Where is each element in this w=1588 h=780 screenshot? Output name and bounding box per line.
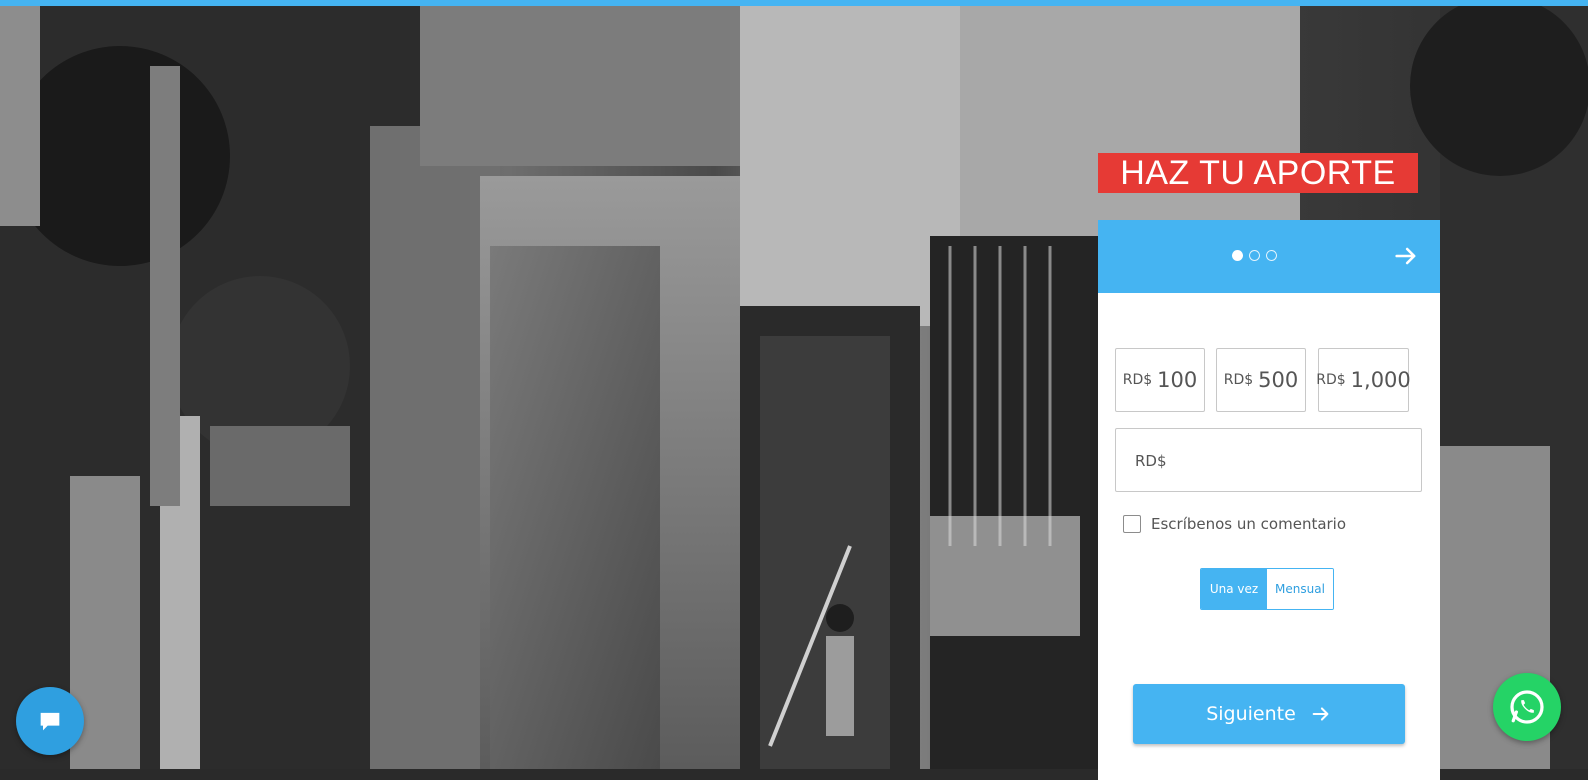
- step-dot-3: [1266, 250, 1277, 261]
- comment-checkbox-label: Escríbenos un comentario: [1151, 515, 1347, 533]
- custom-amount-input[interactable]: [1176, 439, 1410, 483]
- amount-currency: RD$: [1122, 372, 1153, 388]
- donate-title: HAZ TU APORTE: [1120, 153, 1396, 192]
- donate-title-banner: HAZ TU APORTE: [1098, 153, 1418, 193]
- frequency-toggle: Una vez Mensual: [1200, 568, 1334, 610]
- frequency-option-once[interactable]: Una vez: [1201, 569, 1267, 609]
- whatsapp-icon: [1510, 690, 1544, 724]
- amount-value: 500: [1258, 368, 1299, 392]
- donation-form-card: RD$ 100 RD$ 500 RD$ 1,000 RD$ Escríbenos…: [1098, 220, 1440, 780]
- chat-bubble-icon: [40, 712, 60, 731]
- donation-form-header: [1098, 220, 1440, 293]
- arrow-right-icon[interactable]: [1392, 242, 1420, 270]
- next-step-label: Siguiente: [1206, 703, 1296, 725]
- whatsapp-button[interactable]: [1493, 673, 1561, 741]
- next-step-button[interactable]: Siguiente: [1133, 684, 1405, 744]
- frequency-option-monthly[interactable]: Mensual: [1267, 569, 1333, 609]
- amount-option-1000[interactable]: RD$ 1,000: [1316, 348, 1411, 412]
- amount-value: 100: [1157, 368, 1198, 392]
- top-accent-bar: [0, 0, 1588, 6]
- amount-currency: RD$: [1316, 372, 1346, 388]
- comment-checkbox[interactable]: [1123, 515, 1141, 533]
- amount-value: 1,000: [1350, 368, 1411, 392]
- step-indicator: [1232, 250, 1277, 261]
- arrow-right-icon: [1312, 707, 1329, 721]
- comment-checkbox-row[interactable]: Escríbenos un comentario: [1123, 515, 1346, 533]
- custom-amount-currency: RD$: [1135, 452, 1167, 470]
- step-dot-1: [1232, 250, 1243, 261]
- amount-option-100[interactable]: RD$ 100: [1115, 348, 1205, 412]
- chat-launcher-button[interactable]: [16, 687, 84, 755]
- step-dot-2: [1249, 250, 1260, 261]
- amount-currency: RD$: [1223, 372, 1254, 388]
- custom-amount-field[interactable]: RD$: [1115, 428, 1422, 492]
- amount-option-500[interactable]: RD$ 500: [1216, 348, 1306, 412]
